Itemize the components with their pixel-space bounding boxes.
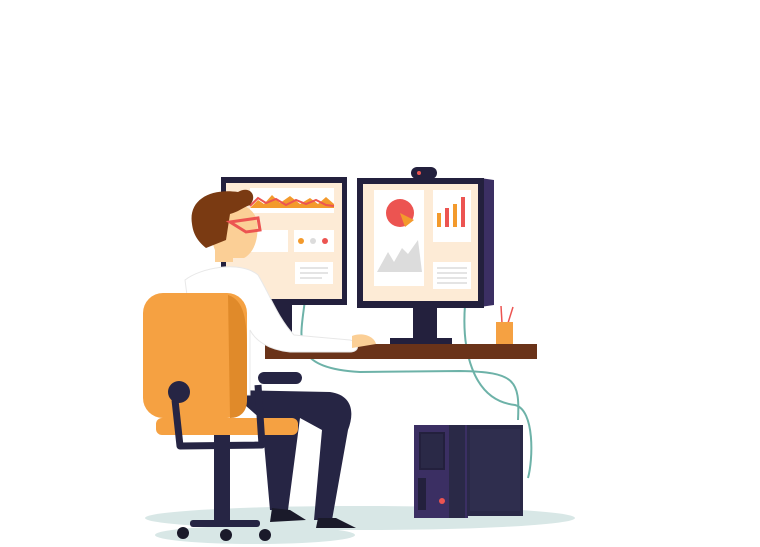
bar [461, 197, 465, 227]
second-tower [467, 425, 523, 516]
bar [445, 208, 449, 227]
right-text-card [433, 262, 471, 289]
chair-wheel [177, 527, 189, 539]
armrest-knob [168, 381, 190, 403]
computer-tower [414, 425, 468, 518]
bar [453, 204, 457, 227]
office-illustration [143, 167, 575, 544]
status-dot-gray [310, 238, 316, 244]
webcam [411, 167, 437, 179]
bar [437, 213, 441, 227]
right-monitor [357, 167, 494, 344]
chair-wheel [259, 529, 271, 541]
status-dot-red [322, 238, 328, 244]
pencil-cup [496, 305, 514, 344]
power-led [439, 498, 445, 504]
status-dot-orange [298, 238, 304, 244]
monitor-stand [413, 308, 437, 342]
webcam-led [417, 171, 421, 175]
chair-wheel [220, 529, 232, 541]
pants [228, 390, 352, 520]
chair-pole [214, 435, 230, 520]
